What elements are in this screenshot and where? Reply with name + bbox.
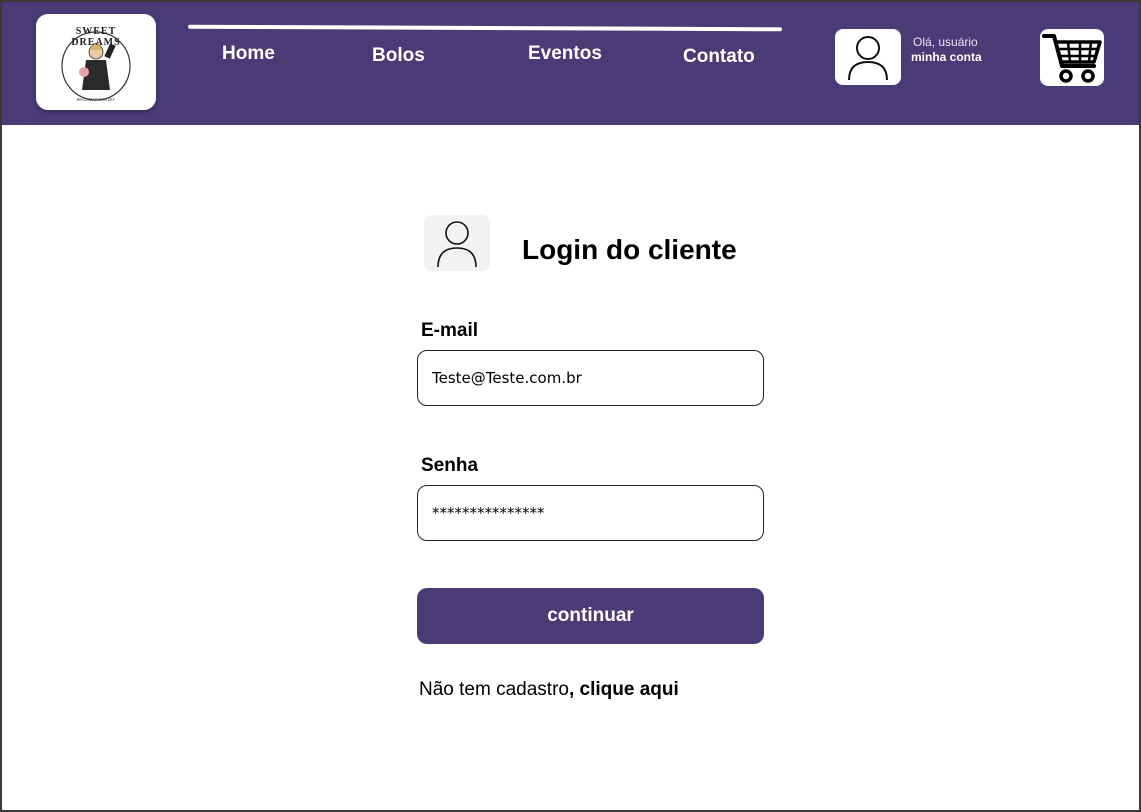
email-field[interactable] [417, 350, 764, 406]
continue-button[interactable]: continuar [417, 588, 764, 644]
nav-eventos[interactable]: Eventos [528, 43, 602, 65]
login-avatar [424, 215, 490, 271]
nav-divider [187, 24, 783, 32]
cart-icon [1042, 33, 1102, 83]
password-field[interactable] [417, 485, 764, 541]
user-icon [437, 221, 477, 268]
signup-link[interactable]: , clique aqui [569, 679, 679, 700]
nav-contato[interactable]: Contato [683, 46, 755, 68]
nav-home[interactable]: Home [222, 43, 275, 65]
page-title: Login do cliente [522, 234, 737, 265]
password-label: Senha [421, 455, 479, 476]
user-icon [848, 36, 888, 81]
brand-logo[interactable]: SWEET DREAMS BRAZILIAN BAKERY [36, 14, 156, 110]
nav-bolos[interactable]: Bolos [372, 45, 425, 67]
account-avatar-button[interactable] [835, 29, 901, 85]
top-header: SWEET DREAMS BRAZILIAN BAKERY Home Bolos… [2, 2, 1139, 125]
my-account-link[interactable]: minha conta [911, 50, 982, 64]
email-label: E-mail [421, 320, 479, 341]
logo-subtitle: BRAZILIAN BAKERY [76, 97, 116, 102]
cart-button[interactable] [1040, 29, 1104, 86]
logo-title: SWEET DREAMS [71, 26, 121, 48]
logo-badge: SWEET DREAMS BRAZILIAN BAKERY [50, 16, 142, 108]
account-greeting: Olá, usuário [913, 35, 978, 49]
signup-text: Não tem cadastro [419, 679, 569, 700]
signup-prompt: Não tem cadastro, clique aqui [419, 679, 679, 701]
